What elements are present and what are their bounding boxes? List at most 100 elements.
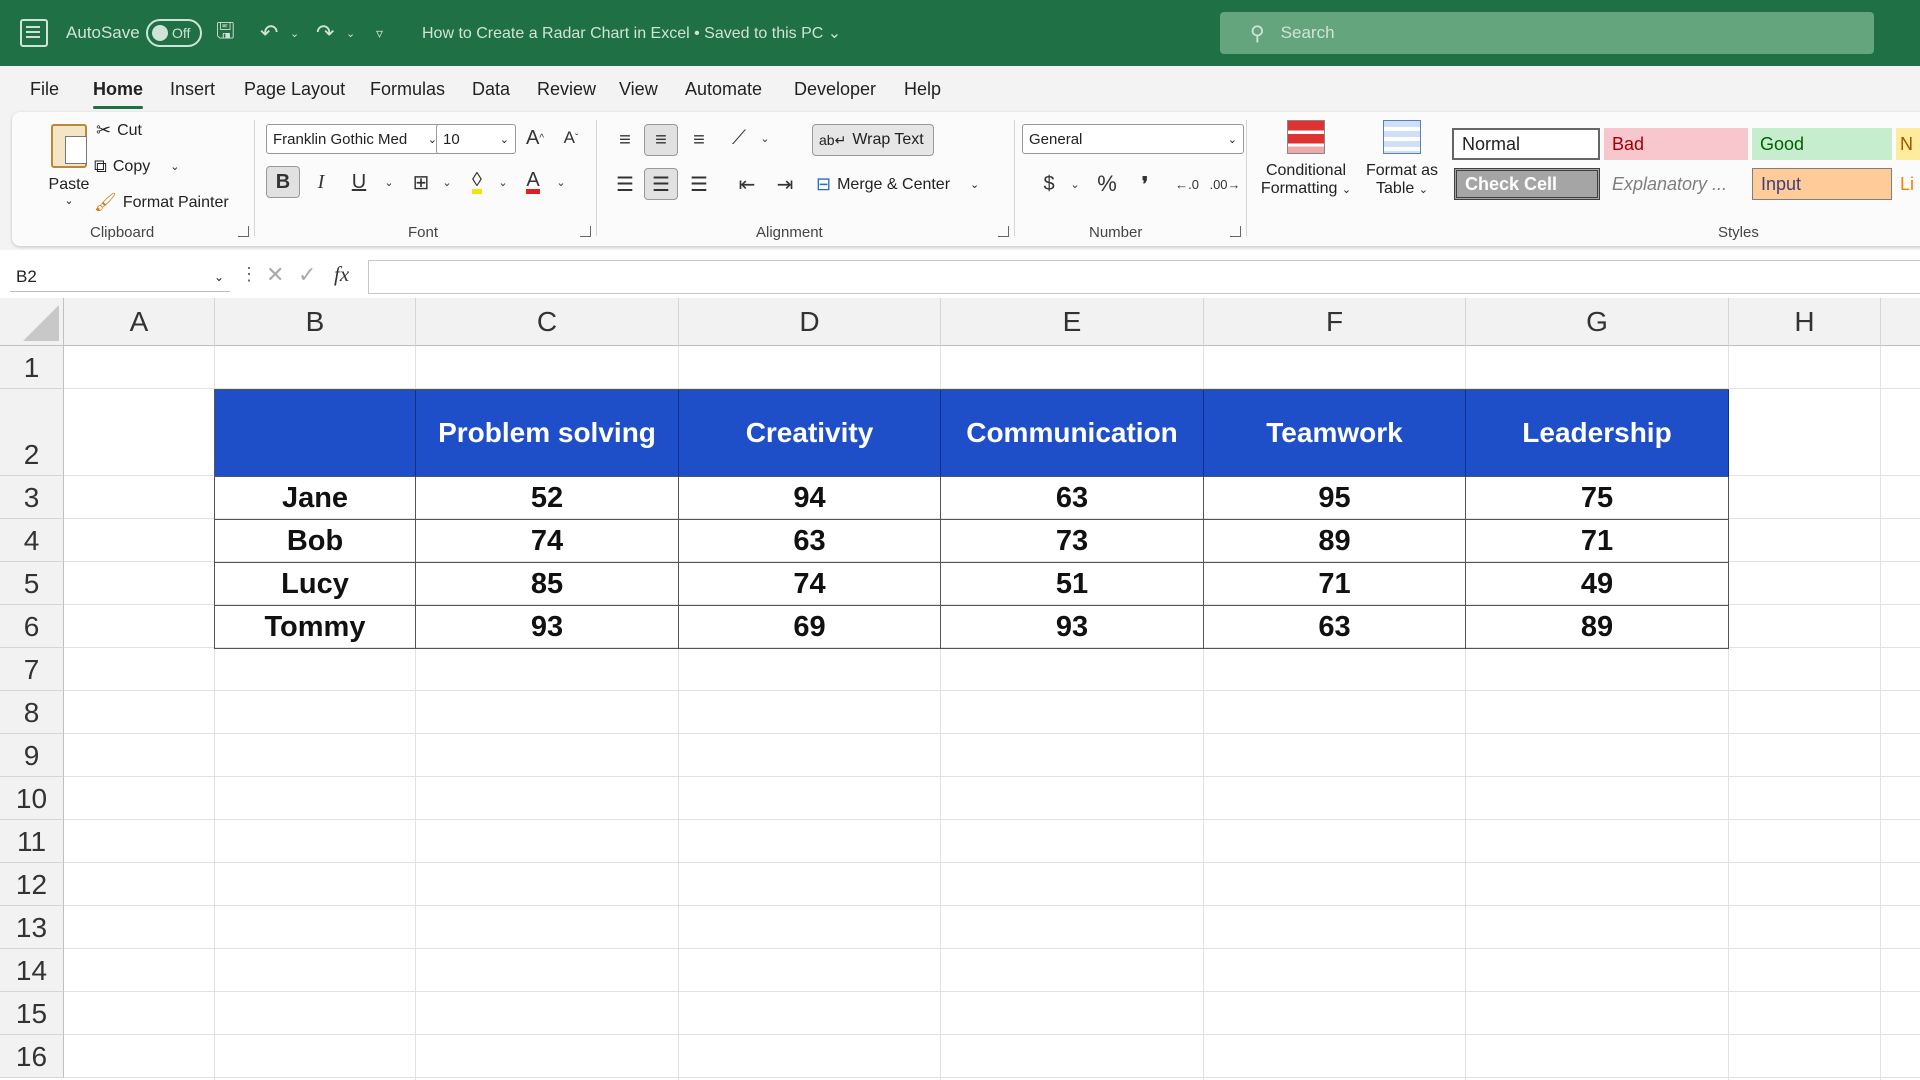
header-leadership[interactable]: Leadership xyxy=(1466,390,1729,477)
conditional-formatting-button[interactable]: Conditional Formatting ⌄ xyxy=(1256,120,1356,198)
tab-data[interactable]: Data xyxy=(472,79,510,100)
column-header-d[interactable]: D xyxy=(679,298,941,346)
row-header-7[interactable]: 7 xyxy=(0,648,64,691)
table-cell[interactable]: 95 xyxy=(1204,477,1466,520)
header-communication[interactable]: Communication xyxy=(941,390,1204,477)
italic-button[interactable]: I xyxy=(304,166,338,198)
table-cell[interactable]: 69 xyxy=(679,606,941,649)
table-cell[interactable]: 52 xyxy=(416,477,679,520)
copy-button[interactable]: ⧉ Copy ⌄ xyxy=(94,156,179,177)
style-explanatory[interactable]: Explanatory ... xyxy=(1604,168,1748,200)
font-launcher-icon[interactable] xyxy=(580,226,591,237)
row-header-1[interactable]: 1 xyxy=(0,346,64,389)
table-cell[interactable]: 74 xyxy=(679,563,941,606)
row-header-13[interactable]: 13 xyxy=(0,906,64,949)
header-problem-solving[interactable]: Problem solving xyxy=(416,390,679,477)
underline-button[interactable]: U xyxy=(342,166,376,198)
borders-dropdown-icon[interactable]: ⌄ xyxy=(430,166,464,198)
bold-button[interactable]: B xyxy=(266,166,300,198)
column-header-c[interactable]: C xyxy=(416,298,679,346)
tab-page-layout[interactable]: Page Layout xyxy=(244,79,345,100)
align-center-icon[interactable]: ☰ xyxy=(644,168,678,200)
align-right-icon[interactable]: ☰ xyxy=(682,168,716,200)
align-bottom-icon[interactable]: ≡ xyxy=(682,124,716,156)
document-title[interactable]: How to Create a Radar Chart in Excel • S… xyxy=(422,0,841,66)
style-bad[interactable]: Bad xyxy=(1604,128,1748,160)
style-linked-cell[interactable]: Li xyxy=(1896,168,1920,200)
tab-file[interactable]: File xyxy=(30,79,59,100)
redo-dropdown-icon[interactable]: ⌄ xyxy=(346,0,355,66)
tab-view[interactable]: View xyxy=(619,79,658,100)
row-header-16[interactable]: 16 xyxy=(0,1035,64,1078)
font-size-select[interactable]: 10 ⌄ xyxy=(436,124,516,154)
table-cell[interactable]: 85 xyxy=(416,563,679,606)
table-cell[interactable]: 49 xyxy=(1466,563,1729,606)
increase-font-icon[interactable]: A ^ xyxy=(518,122,552,154)
number-launcher-icon[interactable] xyxy=(1230,226,1241,237)
orientation-dropdown-icon[interactable]: ⌄ xyxy=(748,122,782,154)
underline-dropdown-icon[interactable]: ⌄ xyxy=(372,166,406,198)
search-box[interactable]: ⚲ Search xyxy=(1220,12,1874,54)
currency-dropdown-icon[interactable]: ⌄ xyxy=(1058,168,1092,200)
paste-button[interactable]: Paste ⌄ xyxy=(36,120,102,212)
table-cell[interactable]: 63 xyxy=(1204,606,1466,649)
row-header-4[interactable]: 4 xyxy=(0,519,64,562)
table-cell[interactable]: 93 xyxy=(416,606,679,649)
column-header-b[interactable]: B xyxy=(215,298,416,346)
format-as-table-button[interactable]: Format as Table ⌄ xyxy=(1362,120,1442,198)
decrease-decimal-icon[interactable]: .00→ xyxy=(1208,168,1242,200)
font-color-dropdown-icon[interactable]: ⌄ xyxy=(544,166,578,198)
align-middle-icon[interactable]: ≡ xyxy=(644,124,678,156)
row-header-3[interactable]: 3 xyxy=(0,476,64,519)
formula-input[interactable] xyxy=(368,260,1920,294)
save-icon[interactable]: 🖫 xyxy=(216,0,235,66)
row-header-5[interactable]: 5 xyxy=(0,562,64,605)
table-cell[interactable]: Tommy xyxy=(215,606,416,649)
decrease-indent-icon[interactable]: ⇤ xyxy=(730,168,764,200)
number-format-select[interactable]: General ⌄ xyxy=(1022,124,1244,154)
table-cell[interactable]: 89 xyxy=(1466,606,1729,649)
row-header-11[interactable]: 11 xyxy=(0,820,64,863)
tab-review[interactable]: Review xyxy=(537,79,596,100)
tab-home[interactable]: Home xyxy=(93,79,144,109)
style-input[interactable]: Input xyxy=(1752,168,1892,200)
column-header-e[interactable]: E xyxy=(941,298,1204,346)
style-check-cell[interactable]: Check Cell xyxy=(1454,168,1600,200)
style-normal[interactable]: Normal xyxy=(1452,128,1600,160)
table-cell[interactable]: Bob xyxy=(215,520,416,563)
tab-formulas[interactable]: Formulas xyxy=(370,79,445,100)
table-cell[interactable]: 51 xyxy=(941,563,1204,606)
customize-toolbar-icon[interactable]: ▿ xyxy=(376,0,383,66)
font-family-select[interactable]: Franklin Gothic Med ⌄ xyxy=(266,124,444,154)
style-neutral[interactable]: N xyxy=(1896,128,1920,160)
table-cell[interactable]: 74 xyxy=(416,520,679,563)
table-cell[interactable]: 73 xyxy=(941,520,1204,563)
tab-automate[interactable]: Automate xyxy=(685,79,762,100)
clipboard-launcher-icon[interactable] xyxy=(238,226,249,237)
insert-function-icon[interactable]: fx xyxy=(334,262,349,287)
column-header-h[interactable]: H xyxy=(1729,298,1881,346)
cancel-icon[interactable]: ✕ xyxy=(266,262,284,288)
tab-insert[interactable]: Insert xyxy=(170,79,215,100)
tab-help[interactable]: Help xyxy=(904,79,941,100)
table-cell[interactable]: 93 xyxy=(941,606,1204,649)
merge-center-button[interactable]: ⊟ Merge & Center ⌄ xyxy=(816,174,979,195)
format-painter-button[interactable]: 🖌 Format Painter xyxy=(94,192,229,213)
comma-style-icon[interactable]: ❜ xyxy=(1128,168,1162,200)
row-header-15[interactable]: 15 xyxy=(0,992,64,1035)
wrap-text-button[interactable]: ab↵ Wrap Text xyxy=(812,124,934,156)
row-header-10[interactable]: 10 xyxy=(0,777,64,820)
alignment-launcher-icon[interactable] xyxy=(998,226,1009,237)
decrease-font-icon[interactable]: Aˇ xyxy=(554,122,588,154)
row-header-14[interactable]: 14 xyxy=(0,949,64,992)
fill-dropdown-icon[interactable]: ⌄ xyxy=(486,166,520,198)
autosave-toggle[interactable]: Off xyxy=(146,0,202,66)
header-creativity[interactable]: Creativity xyxy=(679,390,941,477)
increase-indent-icon[interactable]: ⇥ xyxy=(768,168,802,200)
table-cell[interactable]: Jane xyxy=(215,477,416,520)
row-header-8[interactable]: 8 xyxy=(0,691,64,734)
row-header-6[interactable]: 6 xyxy=(0,605,64,648)
table-cell[interactable]: 71 xyxy=(1204,563,1466,606)
row-header-12[interactable]: 12 xyxy=(0,863,64,906)
redo-icon[interactable]: ↷ xyxy=(316,0,334,66)
